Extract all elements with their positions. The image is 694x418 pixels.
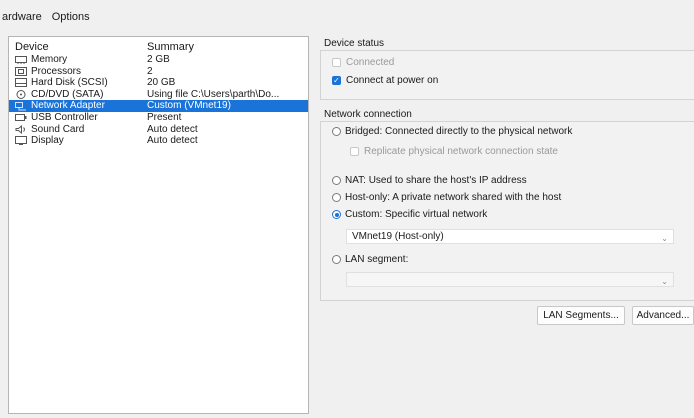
advanced-button[interactable]: Advanced... xyxy=(632,306,694,325)
bridged-radio-row[interactable]: Bridged: Connected directly to the physi… xyxy=(332,126,572,137)
device-summary: Present xyxy=(147,111,182,123)
device-list-header: Device Summary xyxy=(9,37,308,54)
nat-label: NAT: Used to share the host's IP address xyxy=(345,175,527,186)
chevron-down-icon: ⌄ xyxy=(661,277,668,286)
replicate-label: Replicate physical network connection st… xyxy=(364,146,558,157)
host-only-label: Host-only: A private network shared with… xyxy=(345,192,562,203)
device-name: Hard Disk (SCSI) xyxy=(31,77,108,89)
usb-controller-icon xyxy=(15,113,27,122)
connected-checkbox-row[interactable]: Connected xyxy=(332,57,394,68)
device-summary: Using file C:\Users\parth\Do... xyxy=(147,88,280,100)
device-row-hard-disk[interactable]: Hard Disk (SCSI) 20 GB xyxy=(9,77,308,89)
column-header-summary[interactable]: Summary xyxy=(137,40,308,54)
tab-options[interactable]: Options xyxy=(50,9,98,26)
device-summary: Auto detect xyxy=(147,123,198,135)
connected-label: Connected xyxy=(346,57,395,68)
device-row-sound-card[interactable]: Sound Card Auto detect xyxy=(9,124,308,136)
bridged-radio[interactable] xyxy=(332,127,341,136)
device-row-network-adapter[interactable]: Network Adapter Custom (VMnet19) xyxy=(9,100,308,112)
device-name: Sound Card xyxy=(31,123,85,135)
nat-radio[interactable] xyxy=(332,176,341,185)
device-status-title: Device status xyxy=(324,38,385,49)
connect-at-power-on-label: Connect at power on xyxy=(346,75,439,86)
lan-segment-label: LAN segment: xyxy=(345,254,409,265)
device-summary: 2 xyxy=(147,65,153,77)
device-summary: Auto detect xyxy=(147,135,198,147)
custom-label: Custom: Specific virtual network xyxy=(345,209,488,220)
lan-segments-button[interactable]: LAN Segments... xyxy=(537,306,625,325)
memory-icon xyxy=(15,55,27,65)
processor-icon xyxy=(15,66,27,76)
tab-strip: ardware Options xyxy=(0,8,98,26)
device-name: Network Adapter xyxy=(31,100,105,112)
device-list[interactable]: Device Summary Memory 2 GB Processors 2 … xyxy=(8,36,309,414)
connect-at-power-on-row[interactable]: ✓ Connect at power on xyxy=(332,75,438,86)
device-summary: 2 GB xyxy=(147,54,170,65)
chevron-down-icon: ⌄ xyxy=(661,234,668,243)
device-name: CD/DVD (SATA) xyxy=(31,88,104,100)
tab-hardware[interactable]: ardware xyxy=(0,9,50,26)
custom-network-select[interactable]: VMnet19 (Host-only) ⌄ xyxy=(346,229,674,244)
device-name: Display xyxy=(31,135,64,147)
device-summary: Custom (VMnet19) xyxy=(147,100,231,112)
connected-checkbox[interactable] xyxy=(332,58,341,67)
hard-disk-icon xyxy=(15,78,27,88)
network-connection-title: Network connection xyxy=(324,109,412,120)
connect-at-power-on-checkbox[interactable]: ✓ xyxy=(332,76,341,85)
sound-card-icon xyxy=(15,124,27,134)
lan-segment-radio[interactable] xyxy=(332,255,341,264)
device-row-memory[interactable]: Memory 2 GB xyxy=(9,54,308,66)
replicate-checkbox-row[interactable]: Replicate physical network connection st… xyxy=(350,146,558,157)
display-icon xyxy=(15,136,27,146)
column-header-device[interactable]: Device xyxy=(9,40,137,54)
nat-radio-row[interactable]: NAT: Used to share the host's IP address xyxy=(332,175,527,186)
device-name: Memory xyxy=(31,54,68,65)
device-name: USB Controller xyxy=(31,111,98,123)
device-row-cd-dvd[interactable]: CD/DVD (SATA) Using file C:\Users\parth\… xyxy=(9,89,308,101)
device-name: Processors xyxy=(31,65,82,77)
bridged-label: Bridged: Connected directly to the physi… xyxy=(345,126,573,137)
cd-dvd-icon xyxy=(15,90,27,100)
host-only-radio[interactable] xyxy=(332,193,341,202)
custom-radio[interactable] xyxy=(332,210,341,219)
host-only-radio-row[interactable]: Host-only: A private network shared with… xyxy=(332,192,561,203)
device-row-display[interactable]: Display Auto detect xyxy=(9,135,308,147)
lan-segment-radio-row[interactable]: LAN segment: xyxy=(332,254,408,265)
replicate-checkbox[interactable] xyxy=(350,147,359,156)
device-row-usb-controller[interactable]: USB Controller Present xyxy=(9,112,308,124)
lan-segment-select[interactable]: ⌄ xyxy=(346,272,674,287)
custom-network-value: VMnet19 (Host-only) xyxy=(352,231,444,242)
custom-radio-row[interactable]: Custom: Specific virtual network xyxy=(332,209,487,220)
device-summary: 20 GB xyxy=(147,77,176,89)
network-adapter-icon xyxy=(15,101,27,111)
device-row-processors[interactable]: Processors 2 xyxy=(9,66,308,78)
